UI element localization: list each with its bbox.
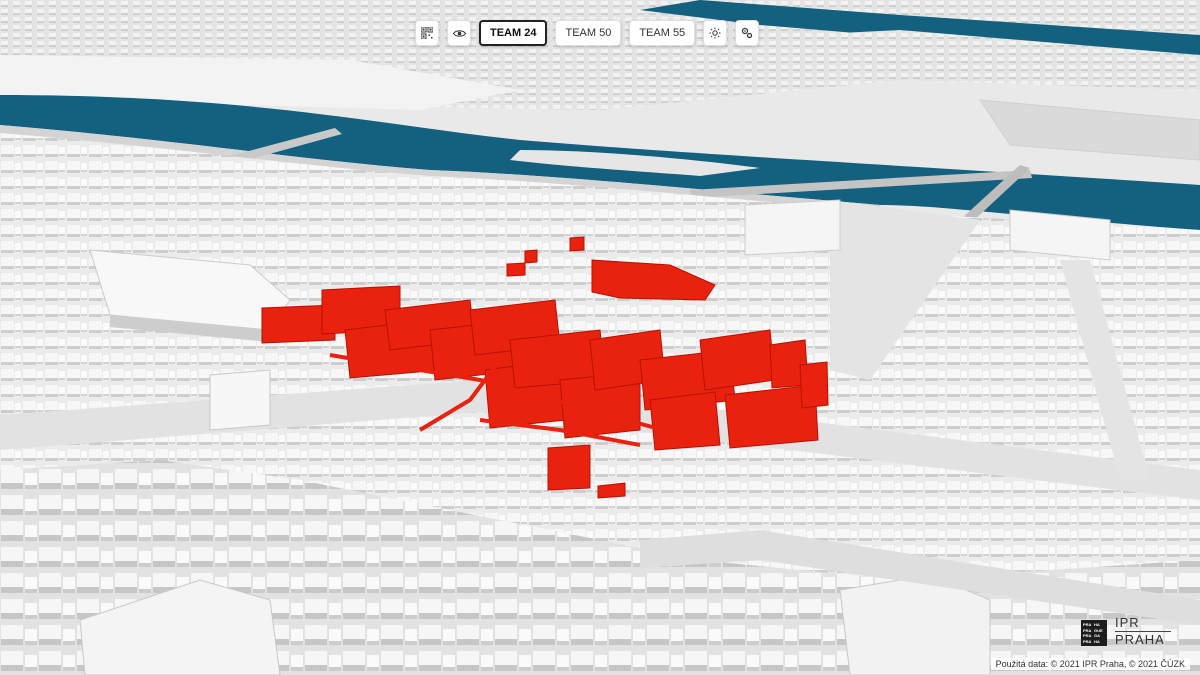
- tab-team-50[interactable]: TEAM 50: [555, 20, 622, 46]
- tower-block-1: [744, 199, 841, 256]
- toolbar: TEAM 24 TEAM 50 TEAM 55: [415, 20, 760, 46]
- settings-button[interactable]: [735, 20, 760, 46]
- proposal-block-south: [547, 444, 591, 491]
- visibility-button[interactable]: [447, 20, 471, 46]
- proposal-block-small-1: [597, 482, 626, 499]
- logo-mark-text: PRA: [1083, 638, 1092, 644]
- logo-ipr: IPR: [1115, 615, 1140, 630]
- lighting-button[interactable]: [703, 20, 728, 46]
- logo-praha: PRAHA: [1115, 632, 1165, 647]
- praha-emblem: PRA HA PRA GUE PRA GA PRA HA: [1081, 620, 1107, 646]
- proposal-block-12: [699, 329, 776, 391]
- proposal-block-11: [649, 391, 721, 451]
- proposal-block-15: [799, 361, 829, 409]
- city-3d-map[interactable]: [0, 0, 1200, 675]
- tab-team-55[interactable]: TEAM 55: [629, 20, 696, 46]
- data-attribution: Použitá data: © 2021 IPR Praha, © 2021 Č…: [990, 658, 1190, 670]
- proposal-block-small-4: [524, 249, 538, 264]
- tower-block-3: [209, 369, 271, 431]
- logo-wordmark: IPR PRAHA: [1115, 616, 1171, 647]
- eye-icon: [452, 29, 466, 37]
- settings-icon: [742, 27, 753, 39]
- ipr-praha-logo: PRA HA PRA GUE PRA GA PRA HA IPR PRAHA: [1081, 616, 1171, 647]
- proposal-block-small-2: [506, 262, 526, 277]
- qr-code-icon: [421, 27, 433, 39]
- logo-mark-text: HA: [1094, 638, 1100, 644]
- tab-team-24[interactable]: TEAM 24: [479, 20, 548, 46]
- proposal-block-small-3: [569, 236, 585, 252]
- qr-code-button[interactable]: [415, 20, 439, 46]
- sun-icon: [709, 27, 721, 39]
